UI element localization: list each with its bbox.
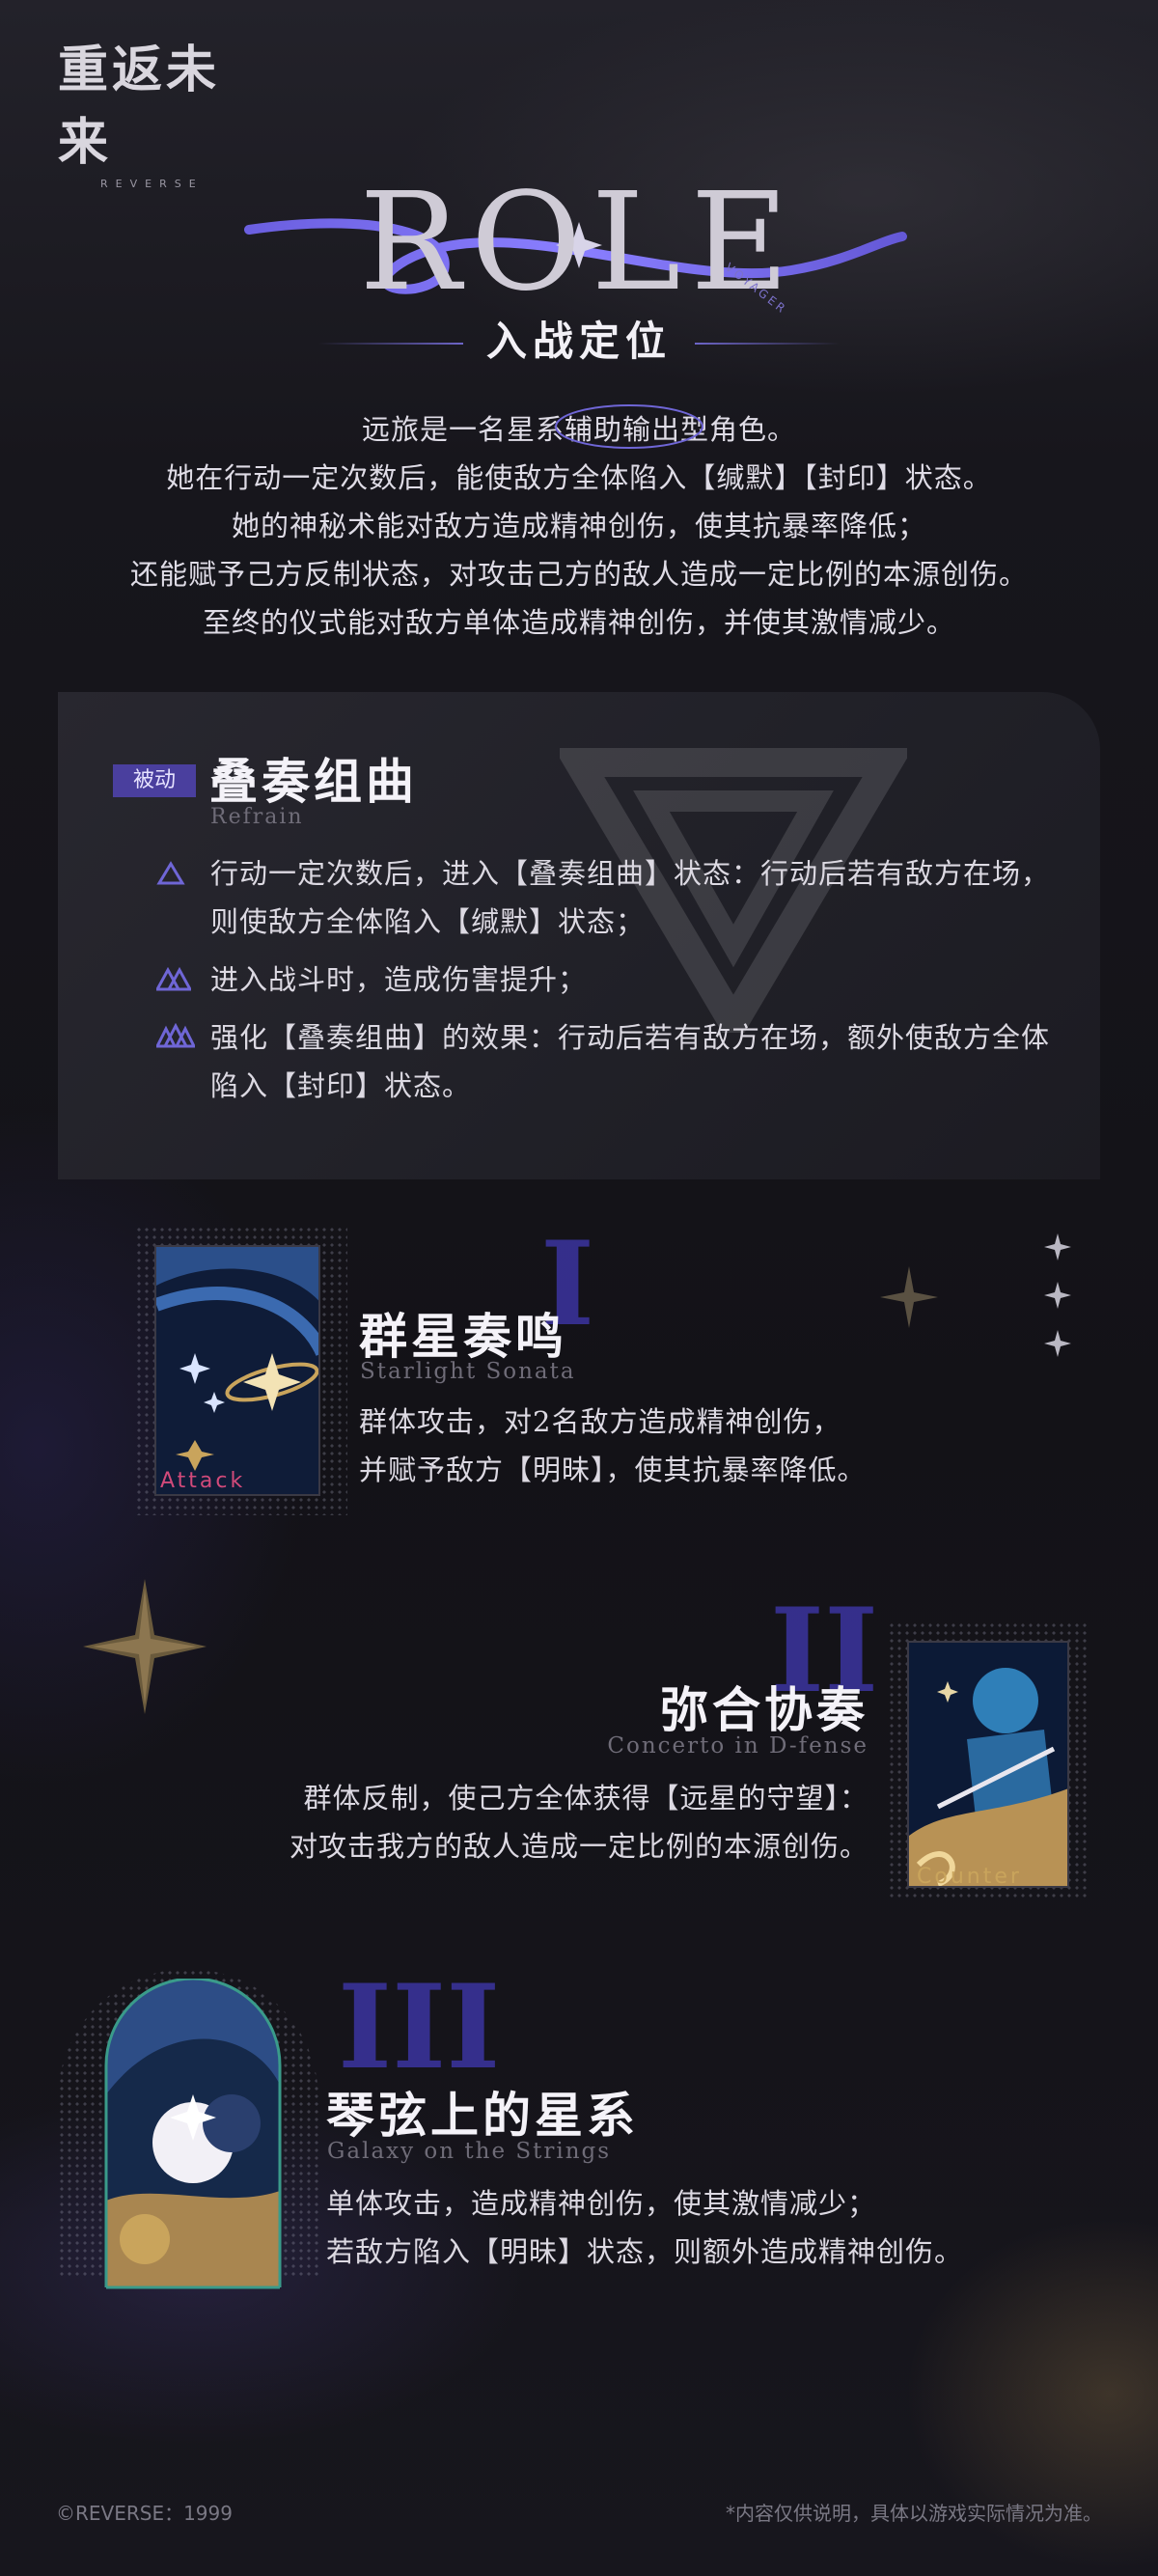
skill-description: 群体反制，使己方全体获得【远星的守望】： 对攻击我方的敌人造成一定比例的本源创伤… — [228, 1774, 868, 1870]
passive-item-text: 行动一定次数后，进入【叠奏组曲】状态：行动后若有敌方在场，则使敌方全体陷入【缄默… — [210, 857, 1051, 938]
skill-description: 群体攻击，对2名敌方造成精神创伤， 并赋予敌方【明昧】，使其抗暴率降低。 — [359, 1398, 867, 1494]
copyright: ©REVERSE：1999 — [56, 2502, 233, 2525]
skill-numeral: III — [338, 1959, 501, 2095]
starlight-art-icon — [156, 1247, 318, 1494]
passive-item: 行动一定次数后，进入【叠奏组曲】状态：行动后若有敌方在场，则使敌方全体陷入【缄默… — [156, 849, 1073, 946]
intro-line: 她在行动一定次数后，能使敌方全体陷入【缄默】【封印】状态。 — [166, 461, 992, 494]
skill-subtitle: Concerto in D-fense — [607, 1733, 868, 1759]
intro-line: 还能赋予己方反制状态，对攻击己方的敌人造成一定比例的本源创伤。 — [129, 558, 1028, 591]
tier-1-triangle-icon — [156, 861, 185, 885]
logo-chinese: 重返未来 — [58, 41, 221, 172]
skill-desc-line: 对攻击我方的敌人造成一定比例的本源创伤。 — [289, 1830, 868, 1863]
tier-3-triangle-icon — [156, 1023, 195, 1048]
intro-line: 她的神秘术能对敌方造成精神创伤，使其抗暴率降低； — [231, 510, 926, 542]
disclaimer: *内容仅供说明，具体以游戏实际情况为准。 — [726, 2502, 1102, 2525]
passive-subtitle: Refrain — [210, 805, 304, 829]
section-title: 入战定位 — [485, 318, 672, 365]
skill-desc-line: 群体反制，使己方全体获得【远星的守望】： — [303, 1782, 868, 1814]
intro-line: 至终的仪式能对敌方单体造成精神创伤，并使其激情减少。 — [202, 606, 955, 639]
violinist-art-icon — [909, 1643, 1067, 1886]
skill-desc-line: 群体攻击，对2名敌方造成精神创伤， — [359, 1405, 841, 1438]
card-label: Counter — [917, 1865, 1022, 1889]
sparkle-stars-icon — [1044, 1233, 1071, 1357]
card-label: Attack — [160, 1469, 246, 1493]
skill-subtitle: Starlight Sonata — [360, 1359, 576, 1384]
skill-title: 弥合协奏 — [660, 1681, 868, 1738]
passive-item: 强化【叠奏组曲】的效果：行动后若有敌方在场，额外使敌方全体陷入【封印】状态。 — [156, 1013, 1073, 1110]
skill-title: 群星奏鸣 — [359, 1308, 567, 1365]
skill-desc-line: 并赋予敌方【明昧】，使其抗暴率降低。 — [359, 1454, 867, 1486]
role-header: ROLE VOYAGER — [0, 154, 1158, 321]
skill-description: 单体攻击，造成精神创伤，使其激情减少； 若敌方陷入【明昧】状态，则额外造成精神创… — [326, 2179, 963, 2276]
skill-title: 琴弦上的星系 — [326, 2087, 639, 2144]
skill-desc-line: 单体攻击，造成精神创伤，使其激情减少； — [326, 2187, 877, 2220]
small-gold-star-icon — [880, 1266, 938, 1328]
tier-2-triangle-icon — [156, 966, 191, 991]
passive-item-text: 强化【叠奏组曲】的效果：行动后若有敌方在场，额外使敌方全体陷入【封印】状态。 — [210, 1021, 1051, 1102]
passive-badge: 被动 — [113, 764, 196, 797]
role-word: ROLE — [359, 164, 799, 321]
passive-item: 进入战斗时，造成伤害提升； — [156, 956, 1073, 1004]
skill-desc-line: 若敌方陷入【明昧】状态，则额外造成精神创伤。 — [326, 2235, 964, 2268]
highlight-ellipse-icon — [555, 404, 703, 449]
galaxy-arch-art-icon — [104, 1979, 282, 2289]
skill-card-counter — [907, 1641, 1069, 1888]
skill-subtitle: Galaxy on the Strings — [327, 2139, 612, 2164]
passive-title: 叠奏组曲 — [209, 753, 418, 810]
skill-card-attack — [154, 1245, 320, 1496]
passive-item-text: 进入战斗时，造成伤害提升； — [210, 963, 588, 996]
gold-star-icon — [83, 1579, 207, 1714]
